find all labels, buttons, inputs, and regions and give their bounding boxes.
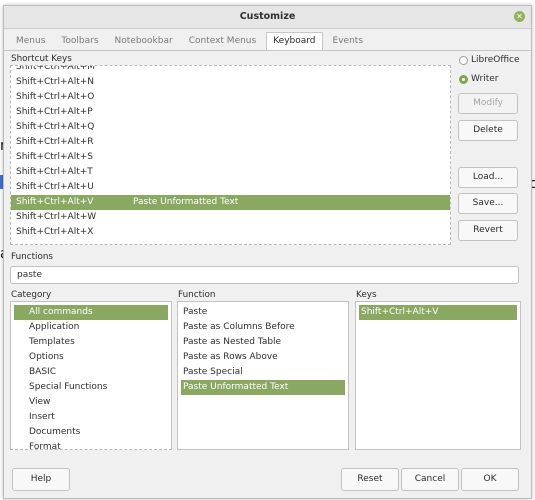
category-item[interactable]: Documents (29, 425, 80, 440)
tab-menus[interactable]: Menus (10, 33, 51, 50)
ok-button[interactable]: OK (461, 468, 519, 491)
shortcut-key: Shift+Ctrl+Alt+W (16, 212, 97, 222)
delete-button[interactable]: Delete (458, 120, 518, 141)
radio-label: LibreOffice (471, 55, 520, 65)
radio-label: Writer (471, 74, 499, 84)
shortcut-row[interactable]: Shift+Ctrl+Alt+S (11, 150, 450, 165)
category-item[interactable]: Insert (29, 410, 55, 425)
shortcut-row[interactable]: Shift+Ctrl+Alt+U (11, 180, 450, 195)
shortcut-key: Shift+Ctrl+Alt+T (16, 167, 93, 177)
customize-dialog: Customize ✕ Menus Toolbars Notebookbar C… (3, 5, 532, 499)
shortcut-key: Shift+Ctrl+Alt+N (16, 77, 95, 87)
dialog-title: Customize (239, 11, 296, 22)
category-label: Category (11, 290, 52, 300)
category-list[interactable]: All commands Application Templates Optio… (10, 301, 172, 450)
shortcut-row[interactable]: Shift+Ctrl+Alt+T (11, 165, 450, 180)
shortcut-row[interactable]: Shift+Ctrl+Alt+R (11, 135, 450, 150)
function-item-selected[interactable]: Paste Unformatted Text (181, 380, 345, 395)
shortcut-key: Shift+Ctrl+Alt+Q (16, 122, 95, 132)
function-label: Function (178, 290, 216, 300)
radio-selected-icon (459, 74, 468, 84)
shortcut-row[interactable]: Shift+Ctrl+Alt+O (11, 90, 450, 105)
save-button[interactable]: Save... (458, 193, 518, 214)
function-item[interactable]: Paste Special (183, 365, 243, 380)
category-item[interactable]: Application (29, 320, 79, 335)
tab-bar: Menus Toolbars Notebookbar Context Menus… (10, 32, 373, 51)
function-item[interactable]: Paste as Rows Above (183, 350, 278, 365)
function-search-input[interactable]: paste (10, 266, 519, 284)
function-item[interactable]: Paste as Columns Before (183, 320, 295, 335)
shortcut-key: Shift+Ctrl+Alt+P (16, 107, 93, 117)
keys-label: Keys (356, 290, 377, 300)
category-item[interactable]: Format (29, 440, 61, 449)
radio-writer[interactable]: Writer (459, 74, 498, 84)
function-item[interactable]: Paste (183, 305, 207, 320)
shortcut-key: Shift+Ctrl+Alt+U (16, 182, 94, 192)
reset-button[interactable]: Reset (341, 468, 399, 491)
shortcut-key: Shift+Ctrl+Alt+O (16, 92, 95, 102)
keys-list[interactable]: Shift+Ctrl+Alt+V (355, 301, 521, 450)
load-button[interactable]: Load... (458, 167, 518, 188)
tab-divider (4, 50, 531, 51)
functions-label: Functions (11, 252, 53, 262)
function-item[interactable]: Paste as Nested Table (183, 335, 281, 350)
shortcut-key: Shift+Ctrl+Alt+S (16, 152, 93, 162)
function-list[interactable]: Paste Paste as Columns Before Paste as N… (177, 301, 349, 450)
shortcut-function: Paste Unformatted Text (133, 197, 239, 207)
tab-toolbars[interactable]: Toolbars (55, 33, 104, 50)
radio-libreoffice[interactable]: LibreOffice (459, 55, 520, 65)
tab-notebookbar[interactable]: Notebookbar (109, 33, 179, 50)
shortcut-key: Shift+Ctrl+Alt+V (16, 197, 94, 207)
category-item[interactable]: BASIC (29, 365, 56, 380)
category-item[interactable]: Special Functions (29, 380, 107, 395)
shortcut-row[interactable]: Shift+Ctrl+Alt+W (11, 210, 450, 225)
tab-keyboard[interactable]: Keyboard (266, 32, 323, 51)
shortcut-row[interactable]: Shift+Ctrl+Alt+Q (11, 120, 450, 135)
shortcut-row[interactable]: Shift+Ctrl+Alt+X (11, 225, 450, 240)
shortcut-key: Shift+Ctrl+Alt+M (16, 65, 96, 72)
radio-circle-icon (459, 55, 468, 65)
close-icon[interactable]: ✕ (514, 11, 525, 22)
shortcut-row-selected[interactable]: Shift+Ctrl+Alt+V Paste Unformatted Text (11, 195, 450, 210)
shortcut-keys-label: Shortcut Keys (11, 54, 72, 64)
category-item[interactable]: Templates (29, 335, 75, 350)
revert-button[interactable]: Revert (458, 220, 518, 241)
shortcut-key: Shift+Ctrl+Alt+R (16, 137, 94, 147)
shortcut-keys-list[interactable]: Shift+Ctrl+Alt+M Shift+Ctrl+Alt+N Shift+… (10, 65, 451, 245)
modify-button[interactable]: Modify (458, 93, 518, 114)
category-item[interactable]: View (29, 395, 50, 410)
shortcut-row[interactable]: Shift+Ctrl+Alt+N (11, 75, 450, 90)
cancel-button[interactable]: Cancel (401, 468, 459, 491)
tab-context-menus[interactable]: Context Menus (183, 33, 263, 50)
category-item[interactable]: Options (29, 350, 64, 365)
shortcut-key: Shift+Ctrl+Alt+X (16, 227, 94, 237)
shortcut-row[interactable]: Shift+Ctrl+Alt+P (11, 105, 450, 120)
tab-events[interactable]: Events (327, 33, 369, 50)
help-button[interactable]: Help (12, 468, 70, 491)
key-item-selected[interactable]: Shift+Ctrl+Alt+V (359, 305, 517, 320)
shortcut-row[interactable]: Shift+Ctrl+Alt+M (11, 65, 450, 75)
search-value: paste (17, 270, 42, 280)
category-item-selected[interactable]: All commands (14, 305, 168, 320)
